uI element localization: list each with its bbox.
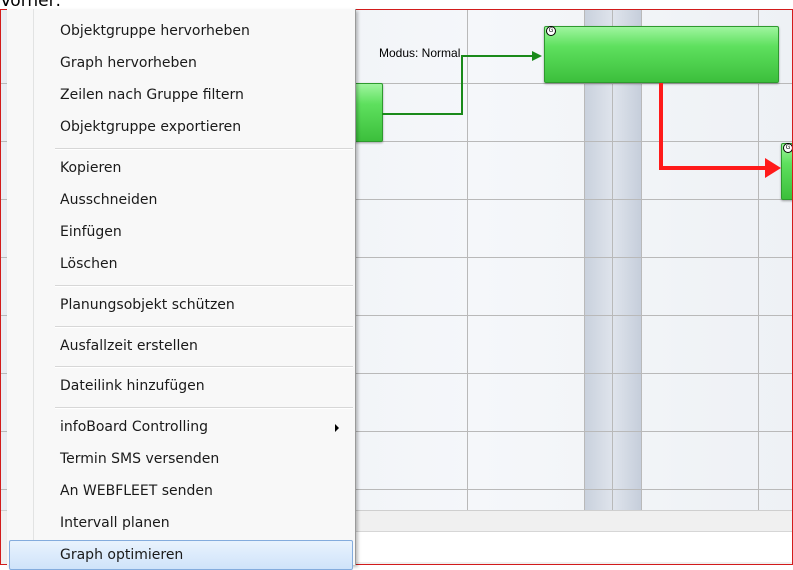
menu-item-label: Graph optimieren <box>60 547 184 563</box>
menu-item-label: Dateilink hinzufügen <box>60 378 205 394</box>
menu-item-termin-sms-versenden[interactable]: Termin SMS versenden <box>9 444 353 476</box>
link-arrow-icon <box>532 51 542 61</box>
menu-item-planungsobjekt-schuetzen[interactable]: Planungsobjekt schützen <box>9 290 353 322</box>
menu-item-label: Intervall planen <box>60 515 170 531</box>
status-mode-text: Modus: Normal <box>379 46 461 60</box>
menu-item-ausschneiden[interactable]: Ausschneiden <box>9 185 353 217</box>
menu-separator <box>55 148 353 150</box>
dependency-link[interactable] <box>382 55 536 115</box>
menu-item-objektgruppe-exportieren[interactable]: Objektgruppe exportieren <box>9 112 353 144</box>
menu-item-intervall-planen[interactable]: Intervall planen <box>9 508 353 540</box>
menu-item-label: Ausschneiden <box>60 192 158 208</box>
menu-item-einfuegen[interactable]: Einfügen <box>9 217 353 249</box>
menu-item-objektgruppe-hervorheben[interactable]: Objektgruppe hervorheben <box>9 16 353 48</box>
menu-item-label: Objektgruppe exportieren <box>60 119 242 135</box>
menu-item-label: Graph hervorheben <box>60 55 197 71</box>
menu-item-loeschen[interactable]: Löschen <box>9 249 353 281</box>
menu-separator <box>55 285 353 287</box>
menu-item-ausfallzeit-erstellen[interactable]: Ausfallzeit erstellen <box>9 331 353 363</box>
menu-item-infoboard-controlling[interactable]: infoBoard Controlling <box>9 412 353 444</box>
menu-item-kopieren[interactable]: Kopieren <box>9 153 353 185</box>
menu-item-an-webfleet-senden[interactable]: An WEBFLEET senden <box>9 476 353 508</box>
context-menu: Objektgruppe hervorheben Graph hervorheb… <box>7 9 356 570</box>
menu-item-label: Objektgruppe hervorheben <box>60 23 250 39</box>
submenu-arrow-icon <box>335 424 339 432</box>
menu-item-dateilink-hinzufuegen[interactable]: Dateilink hinzufügen <box>9 371 353 403</box>
menu-item-zeilen-filtern[interactable]: Zeilen nach Gruppe filtern <box>9 80 353 112</box>
menu-separator <box>55 407 353 409</box>
menu-item-label: Löschen <box>60 256 118 272</box>
menu-item-label: Planungsobjekt schützen <box>60 297 235 313</box>
menu-item-label: Kopieren <box>60 160 122 176</box>
critical-dependency-link[interactable] <box>659 83 769 170</box>
critical-link-arrow-icon <box>765 158 781 178</box>
menu-item-graph-optimieren[interactable]: Graph optimieren <box>9 540 353 570</box>
menu-separator <box>55 326 353 328</box>
menu-item-label: infoBoard Controlling <box>60 419 208 435</box>
menu-item-label: An WEBFLEET senden <box>60 483 213 499</box>
menu-separator <box>55 366 353 368</box>
status-panel <box>355 531 792 562</box>
menu-item-label: Zeilen nach Gruppe filtern <box>60 87 244 103</box>
menu-item-label: Termin SMS versenden <box>60 451 220 467</box>
menu-item-graph-hervorheben[interactable]: Graph hervorheben <box>9 48 353 80</box>
menu-item-label: Einfügen <box>60 224 122 240</box>
menu-item-label: Ausfallzeit erstellen <box>60 338 198 354</box>
